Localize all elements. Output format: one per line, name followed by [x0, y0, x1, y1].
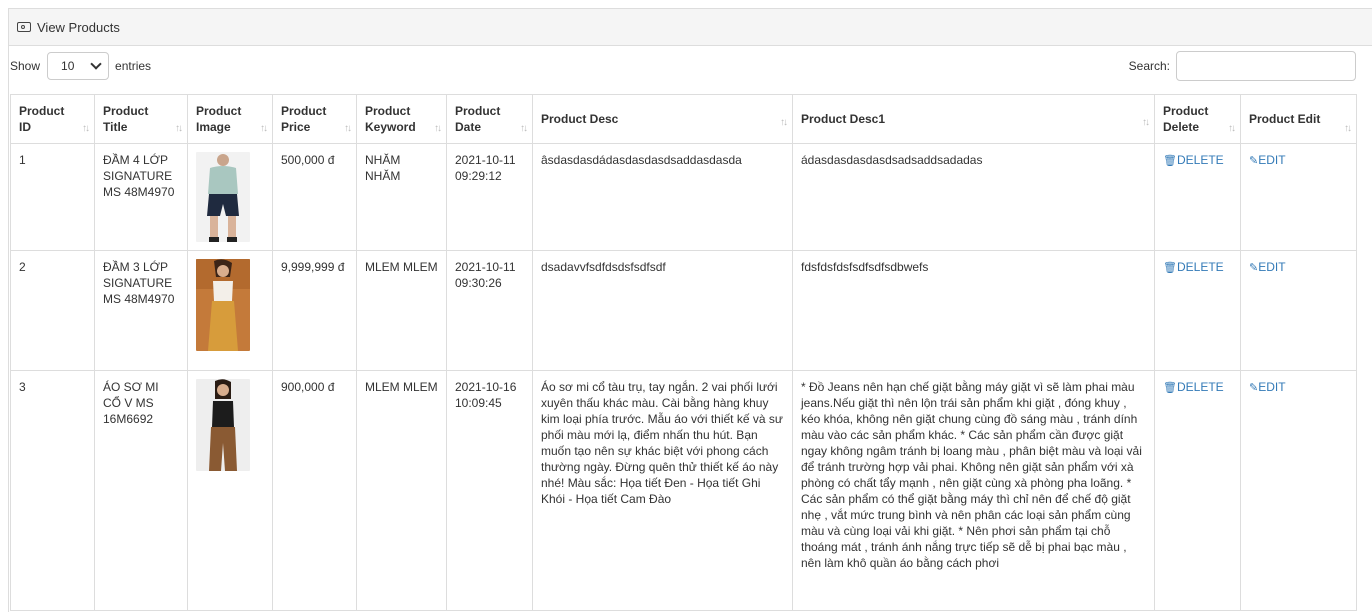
chevron-down-icon — [90, 58, 102, 70]
edit-link[interactable]: ✎EDIT — [1249, 380, 1286, 394]
cell-delete: 🗑DELETE — [1154, 370, 1241, 611]
sort-icon: ↑↓ — [520, 123, 528, 134]
sort-icon: ↑↓ — [1344, 123, 1352, 134]
image-icon — [17, 22, 31, 32]
cell-desc: Áo sơ mi cổ tàu trụ, tay ngắn. 2 vai phố… — [532, 370, 793, 611]
sort-icon: ↑↓ — [175, 123, 183, 134]
cell-id: 1 — [10, 143, 95, 251]
trash-icon: 🗑 — [1163, 262, 1177, 274]
col-product-date[interactable]: Product Date ↑↓ — [446, 94, 533, 144]
cell-price: 9,999,999 đ — [272, 250, 357, 371]
trash-icon: 🗑 — [1163, 155, 1177, 167]
show-label: Show — [10, 59, 41, 73]
col-product-price[interactable]: Product Price ↑↓ — [272, 94, 357, 144]
cell-price: 900,000 đ — [272, 370, 357, 611]
cell-keyword: NHĂM NHĂM — [356, 143, 447, 251]
sort-icon: ↑↓ — [780, 117, 788, 128]
cell-title: ÁO SƠ MI CỔ V MS 16M6692 — [94, 370, 188, 611]
cell-desc: âsdasdasdádasdasdasdsaddasdasda — [532, 143, 793, 251]
table-row: 2 ĐẦM 3 LỚP SIGNATURE MS 48M4970 9,999,9… — [10, 250, 1357, 371]
table-header-row: Product ID ↑↓ Product Title ↑↓ Product Ima… — [10, 94, 1357, 144]
edit-link[interactable]: ✎EDIT — [1249, 260, 1286, 274]
col-product-edit[interactable]: Product Edit ↑↓ — [1240, 94, 1357, 144]
cell-image — [187, 370, 273, 611]
delete-link[interactable]: 🗑DELETE — [1163, 153, 1224, 167]
col-product-image[interactable]: Product Image ↑↓ — [187, 94, 273, 144]
cell-desc: dsadavvfsdfdsdsfsdfsdf — [532, 250, 793, 371]
search-control: Search: — [1129, 50, 1356, 82]
col-product-title[interactable]: Product Title ↑↓ — [94, 94, 188, 144]
length-control: Show 10 entries — [10, 50, 151, 82]
cell-title: ĐẦM 4 LỚP SIGNATURE MS 48M4970 — [94, 143, 188, 251]
table-row: 1 ĐẦM 4 LỚP SIGNATURE MS 48M4970 500,000… — [10, 143, 1357, 251]
cell-id: 2 — [10, 250, 95, 371]
sort-icon: ↑↓ — [1142, 117, 1150, 128]
sort-icon: ↑↓ — [344, 123, 352, 134]
cell-title: ĐẦM 3 LỚP SIGNATURE MS 48M4970 — [94, 250, 188, 371]
cell-edit: ✎EDIT — [1240, 250, 1357, 371]
cell-keyword: MLEM MLEM — [356, 250, 447, 371]
cell-price: 500,000 đ — [272, 143, 357, 251]
cell-image — [187, 250, 273, 371]
cell-delete: 🗑DELETE — [1154, 143, 1241, 251]
cell-desc1: * Đồ Jeans nên hạn chế giặt bằng máy giặ… — [792, 370, 1155, 611]
cell-date: 2021-10-16 10:09:45 — [446, 370, 533, 611]
panel-heading: View Products — [9, 9, 1372, 46]
cell-delete: 🗑DELETE — [1154, 250, 1241, 371]
cell-id: 3 — [10, 370, 95, 611]
delete-link[interactable]: 🗑DELETE — [1163, 380, 1224, 394]
col-product-id[interactable]: Product ID ↑↓ — [10, 94, 95, 144]
col-product-delete[interactable]: Product Delete ↑↓ — [1154, 94, 1241, 144]
entries-label: entries — [115, 59, 152, 73]
cell-desc1: ádasdasdasdasdsadsaddsadadas — [792, 143, 1155, 251]
pencil-icon: ✎ — [1249, 382, 1259, 394]
entries-select[interactable]: 10 — [47, 52, 110, 80]
panel-title: View Products — [37, 19, 120, 35]
col-product-desc[interactable]: Product Desc ↑↓ — [532, 94, 793, 144]
col-product-keyword[interactable]: Product Keyword ↑↓ — [356, 94, 447, 144]
product-image — [196, 152, 250, 242]
delete-link[interactable]: 🗑DELETE — [1163, 260, 1224, 274]
pencil-icon: ✎ — [1249, 155, 1259, 167]
sort-icon: ↑↓ — [1228, 123, 1236, 134]
cell-edit: ✎EDIT — [1240, 143, 1357, 251]
cell-date: 2021-10-11 09:30:26 — [446, 250, 533, 371]
sort-icon: ↑↓ — [260, 123, 268, 134]
cell-image — [187, 143, 273, 251]
pencil-icon: ✎ — [1249, 262, 1259, 274]
product-image — [196, 259, 250, 351]
products-table: Product ID ↑↓ Product Title ↑↓ Product Ima… — [10, 94, 1357, 611]
edit-link[interactable]: ✎EDIT — [1249, 153, 1286, 167]
search-input[interactable] — [1176, 51, 1356, 81]
sort-icon: ↑↓ — [434, 123, 442, 134]
table-row: 3 ÁO SƠ MI CỔ V MS 16M6692 900,000 đ MLE… — [10, 370, 1357, 611]
entries-value: 10 — [61, 59, 75, 73]
cell-desc1: fdsfdsfdsfsdfsdfsdbwefs — [792, 250, 1155, 371]
cell-keyword: MLEM MLEM — [356, 370, 447, 611]
trash-icon: 🗑 — [1163, 382, 1177, 394]
sort-icon: ↑↓ — [82, 123, 90, 134]
cell-date: 2021-10-11 09:29:12 — [446, 143, 533, 251]
cell-edit: ✎EDIT — [1240, 370, 1357, 611]
table-controls: Show 10 entries Search: — [10, 50, 1356, 82]
product-image — [196, 379, 250, 471]
search-label: Search: — [1128, 59, 1170, 73]
col-product-desc1[interactable]: Product Desc1 ↑↓ — [792, 94, 1155, 144]
